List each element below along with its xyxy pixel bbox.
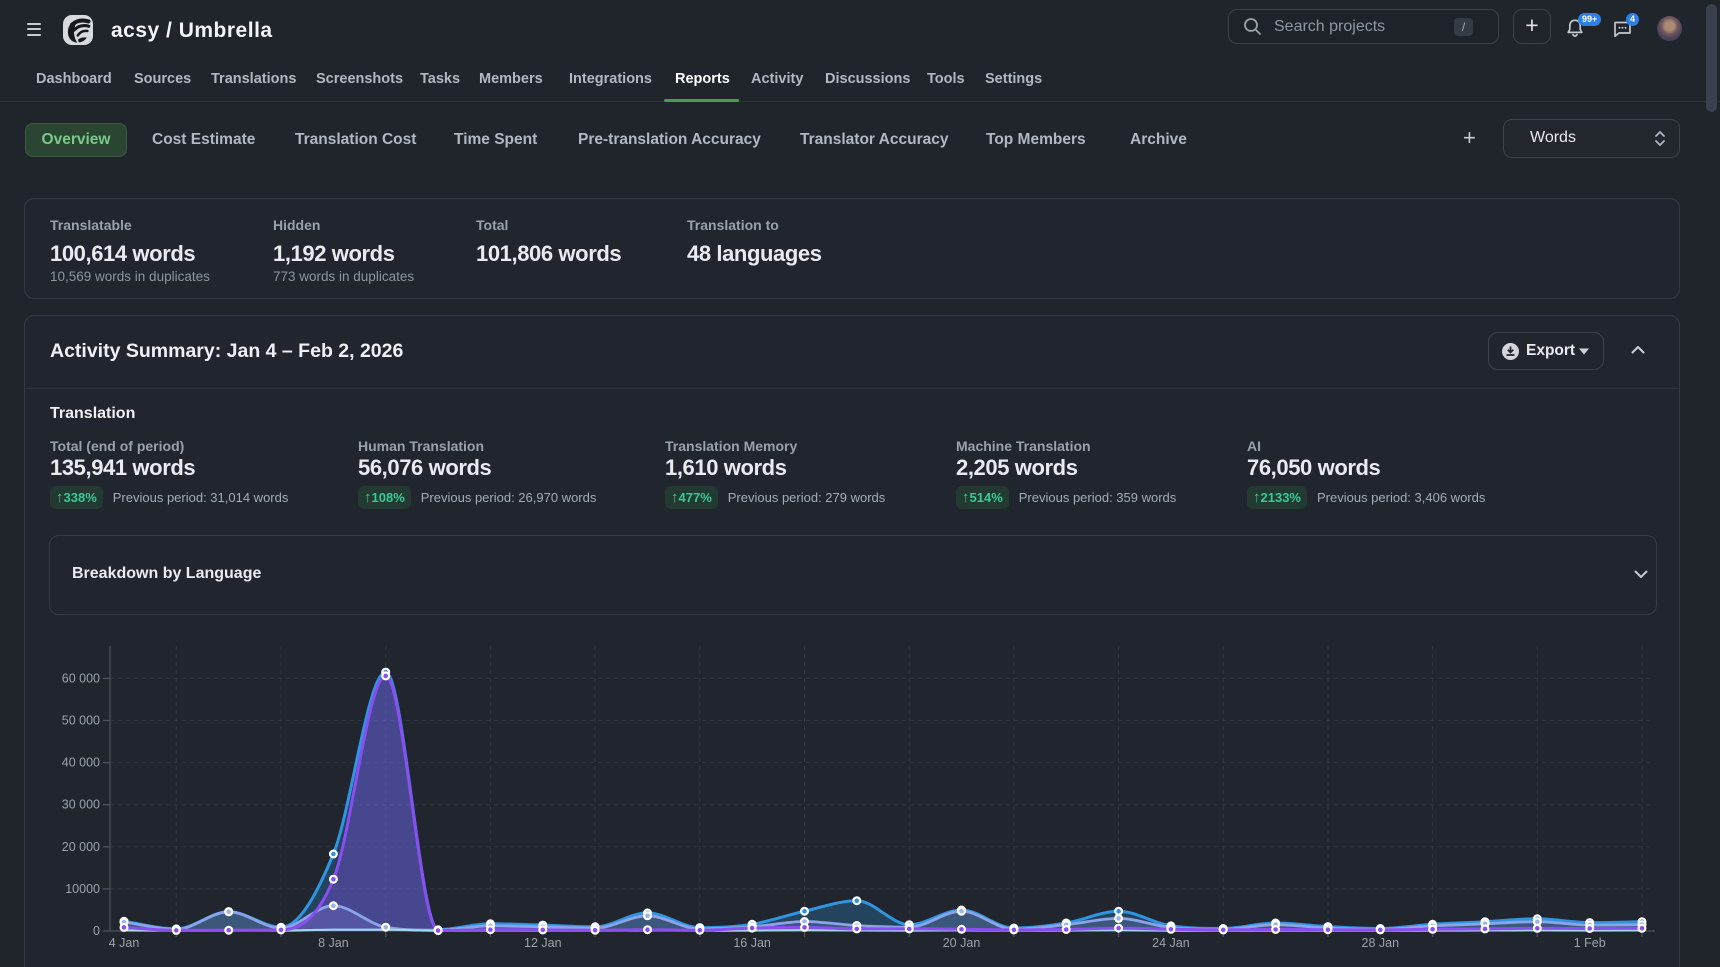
svg-text:10000: 10000 — [65, 882, 100, 896]
svg-text:8 Jan: 8 Jan — [318, 936, 349, 950]
svg-text:16 Jan: 16 Jan — [733, 936, 771, 950]
svg-text:24 Jan: 24 Jan — [1152, 936, 1190, 950]
svg-text:4 Jan: 4 Jan — [109, 936, 140, 950]
svg-text:40 000: 40 000 — [62, 756, 100, 770]
svg-text:12 Jan: 12 Jan — [524, 936, 562, 950]
svg-text:30 000: 30 000 — [62, 798, 100, 812]
svg-text:20 000: 20 000 — [62, 840, 100, 854]
svg-text:0: 0 — [93, 924, 100, 938]
svg-text:60 000: 60 000 — [62, 671, 100, 685]
svg-text:1 Feb: 1 Feb — [1574, 936, 1606, 950]
svg-text:28 Jan: 28 Jan — [1362, 936, 1400, 950]
svg-text:50 000: 50 000 — [62, 714, 100, 728]
svg-text:20 Jan: 20 Jan — [943, 936, 981, 950]
